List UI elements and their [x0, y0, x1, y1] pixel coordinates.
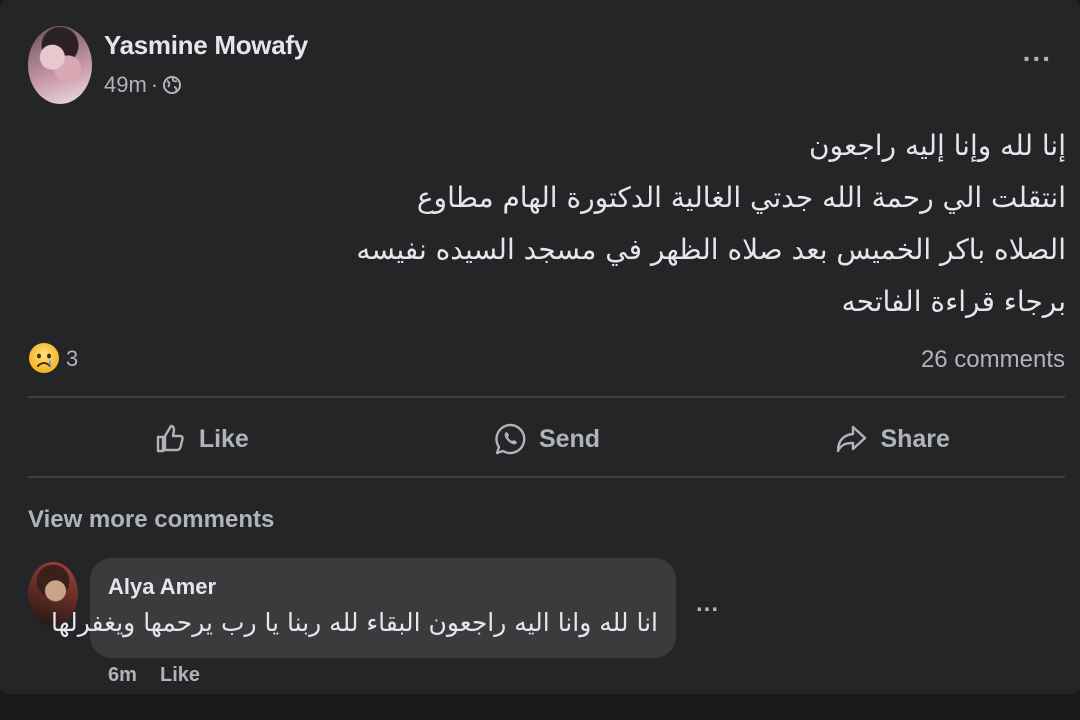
post-time[interactable]: 49m	[104, 72, 147, 98]
author-avatar[interactable]	[28, 26, 92, 104]
post-line: الصلاه باكر الخميس بعد صلاه الظهر في مسج…	[356, 233, 1066, 266]
divider	[28, 396, 1065, 398]
post-line: إنا لله وإنا إليه راجعون	[808, 129, 1066, 162]
comment-author[interactable]: Alya Amer	[108, 574, 216, 600]
thumbs-up-icon	[156, 424, 184, 453]
comment-more-options-icon[interactable]: ...	[696, 592, 719, 616]
comment-like-button[interactable]: Like	[160, 664, 200, 687]
comments-count[interactable]: 26 comments	[921, 346, 1065, 374]
share-icon	[837, 425, 867, 453]
like-button[interactable]: Like	[28, 402, 374, 476]
send-label: Send	[538, 424, 601, 453]
reaction-summary: 3 26 comments	[28, 340, 1065, 380]
reaction-count[interactable]: 3	[66, 346, 78, 372]
globe-icon[interactable]	[162, 75, 182, 95]
send-button[interactable]: Send	[374, 402, 720, 476]
divider	[28, 476, 1065, 478]
post-line: برجاء قراءة الفاتحه	[841, 285, 1066, 318]
post-meta: 49m ·	[104, 72, 182, 98]
share-label: Share	[880, 424, 950, 453]
like-label: Like	[198, 424, 249, 453]
page-background	[0, 694, 1080, 720]
whatsapp-icon	[495, 423, 526, 455]
post-card: Yasmine Mowafy 49m · ... إنا لله وإنا إل…	[0, 0, 1080, 694]
sad-face-icon[interactable]	[28, 342, 60, 374]
meta-separator: ·	[150, 72, 159, 97]
comment-text: انا لله وانا اليه راجعون البقاء لله ربنا…	[50, 608, 658, 637]
share-button[interactable]: Share	[719, 402, 1065, 476]
author-name[interactable]: Yasmine Mowafy	[104, 30, 308, 61]
view-more-comments-link[interactable]: View more comments	[28, 506, 274, 534]
more-options-icon[interactable]: ...	[1023, 38, 1052, 66]
comment-bubble: Alya Amer انا لله وانا اليه راجعون البقا…	[51, 558, 676, 658]
post-line: انتقلت الي رحمة الله جدتي الغالية الدكتو…	[416, 181, 1066, 214]
action-bar: Like Send Share	[28, 402, 1065, 476]
post-text: إنا لله وإنا إليه راجعون انتقلت الي رحمة…	[66, 120, 1066, 328]
comment-time[interactable]: 6m	[108, 664, 137, 687]
